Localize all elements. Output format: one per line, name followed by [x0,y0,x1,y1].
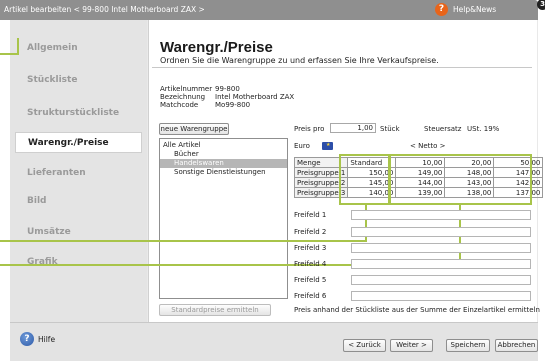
netto-toggle[interactable]: < Netto > [410,142,446,150]
freifeld-3-input[interactable] [351,243,531,253]
bezeichnung-value: Intel Motherboard ZAX [215,93,295,101]
save-button[interactable]: Speichern [446,339,490,352]
tree-item-alle-artikel[interactable]: Alle Artikel [160,141,287,150]
standardpreise-ermitteln-button[interactable]: Standardpreise ermitteln [159,304,271,316]
window-titlebar: Artikel bearbeiten < 99-800 Intel Mother… [0,0,538,20]
tree-item-buecher[interactable]: Bücher [160,150,287,159]
cancel-button[interactable]: Abbrechen [495,339,538,352]
page-subtitle: Ordnen Sie die Warengruppe zu und erfass… [160,56,439,65]
help-label[interactable]: Hilfe [38,335,55,344]
freifeld-5-label: Freifeld 5 [294,276,327,284]
artikelnummer-value: 99-800 [215,85,240,93]
highlight-standard-column [339,154,390,205]
help-news-icon[interactable]: ? [435,3,448,16]
warengruppen-tree[interactable]: Alle Artikel Bücher Handelswaren Sonstig… [159,138,288,299]
steuersatz-label: Steuersatz [424,125,462,133]
currency-label: Euro [294,142,310,150]
freifeld-6-label: Freifeld 6 [294,292,327,300]
stueckliste-preis-hint: Preis anhand der Stückliste aus der Summ… [294,306,540,314]
sidebar-item-strukturstueckliste[interactable]: Strukturstückliste [15,103,142,124]
freifeld-5-input[interactable] [351,275,531,285]
notification-badge: 3 [537,0,545,10]
freifeld-2-input[interactable] [351,227,531,237]
tree-item-handelswaren[interactable]: Handelswaren [160,159,287,168]
freifeld-6-input[interactable] [351,291,531,301]
eu-flag-icon: ★ [322,142,333,150]
sidebar-item-allgemein[interactable]: Allgemein [15,38,142,59]
artikelnummer-label: Artikelnummer [160,85,213,93]
highlight-quantity-columns [389,154,532,205]
sidebar-item-stueckliste[interactable]: Stückliste [15,70,142,91]
callout-line-allgemein [0,53,18,55]
callout-line-allgemein-vertical [17,38,19,55]
tree-item-sonstige-dienstleistungen[interactable]: Sonstige Dienstleistungen [160,168,287,177]
help-news-link[interactable]: Help&News [453,5,496,14]
freifeld-1-label: Freifeld 1 [294,211,327,219]
steuersatz-value: USt. 19% [467,125,500,133]
neue-warengruppe-button[interactable]: neue Warengruppe [159,123,229,135]
freifeld-3-label: Freifeld 3 [294,244,327,252]
matchcode-row: Matchcode Mo99-800 [160,101,250,109]
window-title: Artikel bearbeiten < 99-800 Intel Mother… [4,5,205,14]
bezeichnung-row: Bezeichnung Intel Motherboard ZAX [160,93,294,101]
freifeld-4-label: Freifeld 4 [294,260,327,268]
unit-label: Stück [380,125,400,133]
artikelnummer-row: Artikelnummer 99-800 [160,85,240,93]
help-icon[interactable]: ? [20,332,34,346]
preis-pro-input[interactable]: 1,00 [330,123,376,133]
freifeld-4-input[interactable] [351,259,531,269]
freifeld-2-label: Freifeld 2 [294,228,327,236]
callout-line-standard [0,240,367,242]
page-title: Warengr./Preise [160,39,273,56]
sidebar-item-bild[interactable]: Bild [15,191,142,212]
sidebar-item-grafik[interactable]: Grafik [15,252,142,273]
freifeld-1-input[interactable] [351,210,531,220]
matchcode-value: Mo99-800 [215,101,251,109]
sidebar-item-lieferanten[interactable]: Lieferanten [15,163,142,184]
next-button[interactable]: Weiter > [390,339,433,352]
back-button[interactable]: < Zurück [343,339,386,352]
preis-pro-label: Preis pro [294,125,325,133]
sidebar-item-warengr-preise[interactable]: Warengr./Preise [15,132,142,153]
matchcode-label: Matchcode [160,101,199,109]
header-divider [152,67,532,68]
bezeichnung-label: Bezeichnung [160,93,206,101]
